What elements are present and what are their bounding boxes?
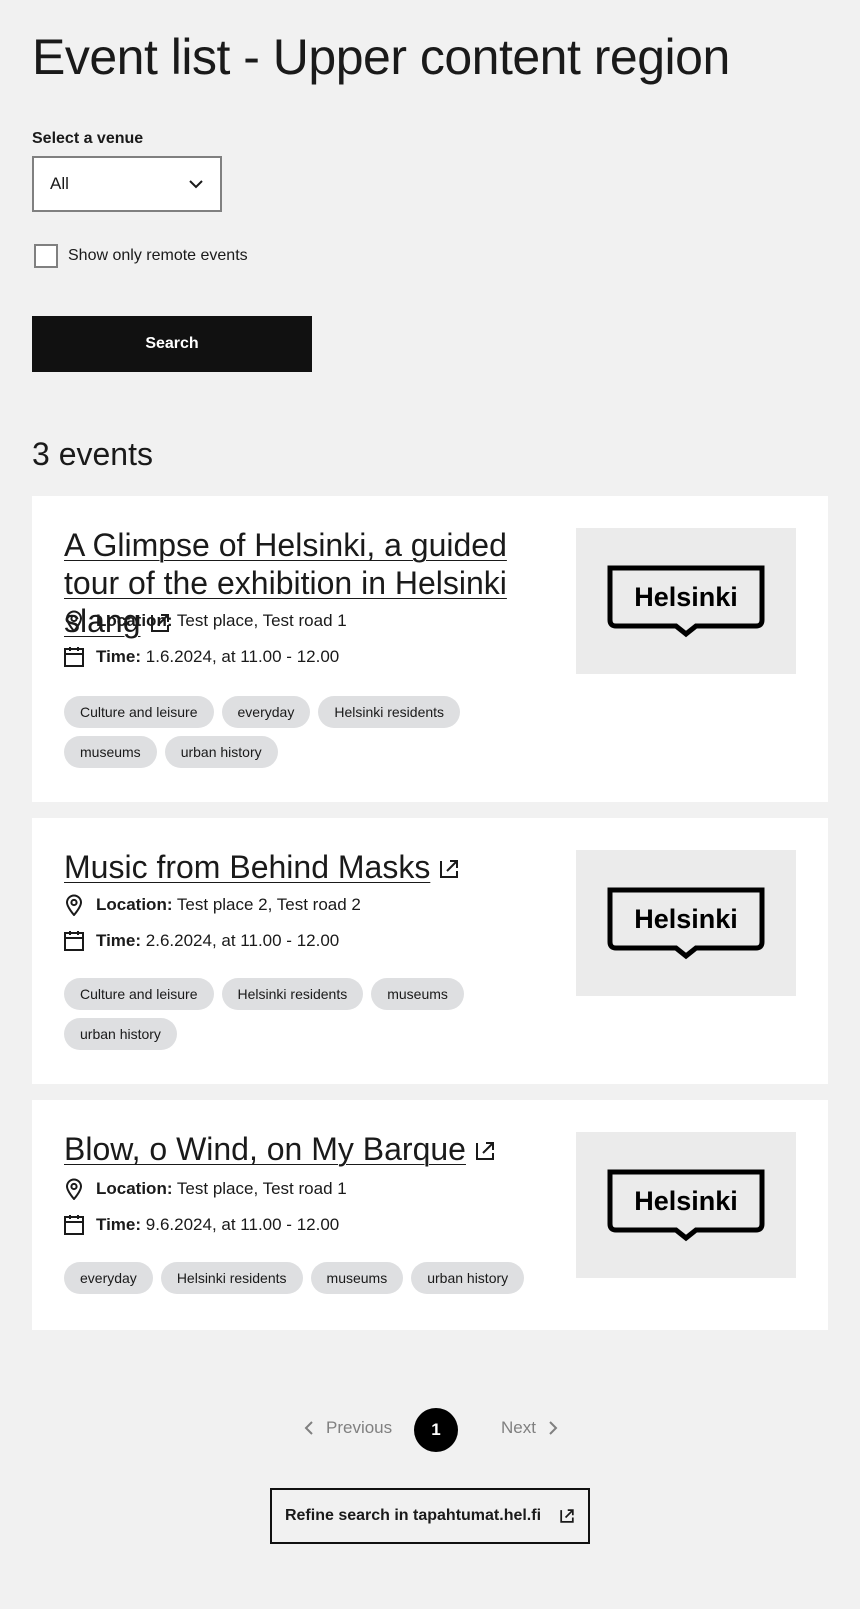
- event-tag[interactable]: Culture and leisure: [64, 978, 214, 1010]
- helsinki-logo: Helsinki: [607, 887, 765, 960]
- location-value: Test place, Test road 1: [176, 611, 347, 630]
- event-title: Music from Behind Masks: [64, 848, 544, 886]
- event-tag[interactable]: everyday: [64, 1262, 153, 1294]
- location-key: Location:: [96, 895, 173, 914]
- helsinki-logo: Helsinki: [607, 1169, 765, 1242]
- time-value: 1.6.2024, at 11.00 - 12.00: [145, 647, 340, 666]
- time-value: 2.6.2024, at 11.00 - 12.00: [145, 931, 340, 950]
- chevron-left-icon: [304, 1421, 313, 1435]
- results-count: 3 events: [32, 436, 153, 472]
- event-tag[interactable]: museums: [64, 736, 157, 768]
- svg-text:Helsinki: Helsinki: [634, 582, 738, 612]
- venue-label: Select a venue: [32, 130, 144, 147]
- location-pin-icon: [65, 894, 83, 916]
- svg-text:Helsinki: Helsinki: [634, 1186, 738, 1216]
- time-value: 9.6.2024, at 11.00 - 12.00: [145, 1215, 340, 1234]
- event-tag[interactable]: museums: [371, 978, 464, 1010]
- refine-search-label: Refine search in tapahtumat.hel.fi: [284, 1507, 542, 1524]
- remote-events-option: Show only remote events: [34, 244, 248, 268]
- chevron-down-icon: [189, 180, 203, 189]
- location-pin-icon: [65, 610, 83, 632]
- event-image: Helsinki: [576, 1132, 796, 1278]
- external-link-icon: [440, 860, 459, 878]
- event-card: A Glimpse of Helsinki, a guided tour of …: [32, 496, 828, 802]
- event-image: Helsinki: [576, 528, 796, 674]
- helsinki-logo: Helsinki: [607, 565, 765, 638]
- page-title: Event list - Upper content region: [32, 29, 730, 85]
- event-tag[interactable]: urban history: [411, 1262, 525, 1294]
- next-label: Next: [501, 1418, 536, 1437]
- venue-select[interactable]: All: [32, 156, 222, 212]
- event-tag[interactable]: everyday: [221, 696, 311, 728]
- event-tags: Culture and leisure Helsinki residents m…: [64, 978, 544, 1050]
- remote-events-checkbox[interactable]: [34, 244, 58, 268]
- chevron-right-icon: [549, 1421, 558, 1435]
- event-time: Time: 1.6.2024, at 11.00 - 12.00: [64, 646, 339, 668]
- event-location: Location: Test place, Test road 1: [64, 1178, 347, 1200]
- event-tags: everyday Helsinki residents museums urba…: [64, 1262, 544, 1294]
- event-title-link[interactable]: Music from Behind Masks: [64, 849, 430, 885]
- previous-page-button[interactable]: Previous: [304, 1418, 392, 1438]
- pagination: Previous 1 Next: [32, 1408, 828, 1452]
- time-key: Time:: [96, 647, 142, 666]
- calendar-icon: [64, 647, 84, 667]
- search-button[interactable]: Search: [32, 316, 312, 372]
- event-location: Location: Test place, Test road 1: [64, 610, 347, 632]
- location-key: Location:: [96, 1179, 173, 1198]
- event-tag[interactable]: urban history: [164, 736, 278, 768]
- event-card: Blow, o Wind, on My Barque Location: Tes…: [32, 1100, 828, 1330]
- next-page-button[interactable]: Next: [501, 1418, 558, 1438]
- event-tag[interactable]: Helsinki residents: [160, 1262, 303, 1294]
- event-image: Helsinki: [576, 850, 796, 996]
- refine-search-link[interactable]: Refine search in tapahtumat.hel.fi: [270, 1488, 590, 1544]
- venue-select-value: All: [50, 174, 69, 193]
- location-value: Test place 2, Test road 2: [176, 895, 361, 914]
- event-tag[interactable]: Helsinki residents: [221, 978, 364, 1010]
- current-page-button[interactable]: 1: [414, 1408, 458, 1452]
- event-title: Blow, o Wind, on My Barque: [64, 1130, 544, 1168]
- location-key: Location:: [96, 611, 173, 630]
- event-card: Music from Behind Masks Location: Test p…: [32, 818, 828, 1084]
- event-location: Location: Test place 2, Test road 2: [64, 894, 361, 916]
- time-key: Time:: [96, 1215, 142, 1234]
- remote-events-label[interactable]: Show only remote events: [68, 247, 248, 265]
- event-tags: Culture and leisure everyday Helsinki re…: [64, 696, 544, 768]
- event-time: Time: 2.6.2024, at 11.00 - 12.00: [64, 930, 339, 952]
- external-link-icon: [475, 1142, 494, 1160]
- event-tag[interactable]: Helsinki residents: [318, 696, 461, 728]
- event-time: Time: 9.6.2024, at 11.00 - 12.00: [64, 1214, 339, 1236]
- svg-text:Helsinki: Helsinki: [634, 904, 738, 934]
- event-tag[interactable]: Culture and leisure: [64, 696, 214, 728]
- event-title-link[interactable]: Blow, o Wind, on My Barque: [64, 1131, 466, 1167]
- event-tag[interactable]: museums: [310, 1262, 404, 1294]
- event-tag[interactable]: urban history: [64, 1018, 177, 1050]
- calendar-icon: [64, 931, 84, 951]
- location-value: Test place, Test road 1: [176, 1179, 347, 1198]
- external-link-icon: [560, 1509, 574, 1523]
- location-pin-icon: [65, 1178, 83, 1200]
- calendar-icon: [64, 1215, 84, 1235]
- previous-label: Previous: [326, 1418, 393, 1437]
- time-key: Time:: [96, 931, 142, 950]
